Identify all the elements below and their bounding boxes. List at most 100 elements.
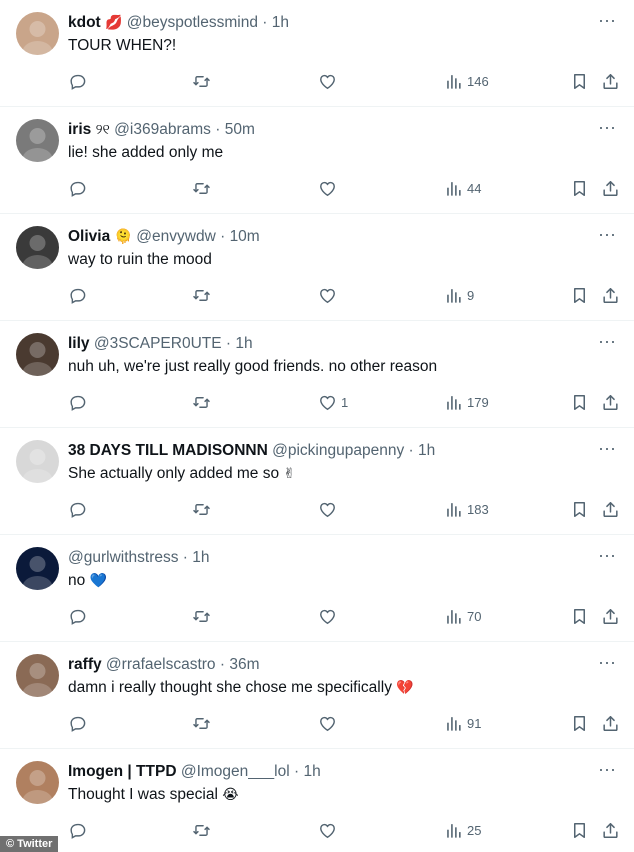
share-button[interactable] bbox=[601, 389, 620, 415]
timestamp[interactable]: 1h bbox=[235, 335, 252, 352]
retweet-button[interactable] bbox=[192, 710, 211, 736]
like-button[interactable] bbox=[318, 710, 337, 736]
tweet[interactable]: 38 DAYS TILL MADISONNN @pickingupapenny … bbox=[0, 428, 634, 535]
author-name[interactable]: Olivia bbox=[68, 228, 110, 245]
avatar[interactable] bbox=[16, 440, 59, 483]
share-button[interactable] bbox=[601, 817, 620, 843]
retweet-button[interactable] bbox=[192, 175, 211, 201]
author-name[interactable]: lily bbox=[68, 335, 90, 352]
share-button[interactable] bbox=[601, 68, 620, 94]
reply-button[interactable] bbox=[68, 68, 87, 94]
share-icon bbox=[601, 179, 620, 198]
like-button[interactable] bbox=[318, 817, 337, 843]
timestamp[interactable]: 1h bbox=[418, 442, 435, 459]
reply-icon bbox=[68, 821, 87, 840]
author-handle[interactable]: @3SCAPER0UTE bbox=[94, 335, 222, 352]
share-button[interactable] bbox=[601, 496, 620, 522]
bookmark-button[interactable] bbox=[570, 817, 589, 843]
author-name[interactable]: iris bbox=[68, 121, 91, 138]
tweet[interactable]: iris ୨୧ @i369abrams · 50m ··· lie! she add… bbox=[0, 107, 634, 214]
avatar[interactable] bbox=[16, 333, 59, 376]
reply-button[interactable] bbox=[68, 603, 87, 629]
likes-count: 1 bbox=[341, 394, 349, 410]
share-button[interactable] bbox=[601, 710, 620, 736]
author-name[interactable]: raffy bbox=[68, 656, 102, 673]
reply-button[interactable] bbox=[68, 175, 87, 201]
tweet[interactable]: lily @3SCAPER0UTE · 1h ··· nuh uh, we're j… bbox=[0, 321, 634, 428]
views-button[interactable]: 44 bbox=[444, 175, 481, 201]
author-handle[interactable]: @i369abrams bbox=[114, 121, 211, 138]
views-button[interactable]: 183 bbox=[444, 496, 489, 522]
more-icon[interactable]: ··· bbox=[596, 546, 618, 569]
bookmark-button[interactable] bbox=[570, 282, 589, 308]
views-button[interactable]: 146 bbox=[444, 68, 489, 94]
author-name[interactable]: kdot bbox=[68, 14, 101, 31]
reply-button[interactable] bbox=[68, 817, 87, 843]
retweet-button[interactable] bbox=[192, 389, 211, 415]
retweet-button[interactable] bbox=[192, 603, 211, 629]
like-button[interactable]: 1 bbox=[318, 389, 348, 415]
reply-button[interactable] bbox=[68, 496, 87, 522]
share-button[interactable] bbox=[601, 603, 620, 629]
reply-button[interactable] bbox=[68, 710, 87, 736]
bookmark-button[interactable] bbox=[570, 496, 589, 522]
like-button[interactable] bbox=[318, 175, 337, 201]
more-icon[interactable]: ··· bbox=[596, 653, 618, 676]
bookmark-button[interactable] bbox=[570, 710, 589, 736]
views-button[interactable]: 179 bbox=[444, 389, 489, 415]
more-icon[interactable]: ··· bbox=[596, 760, 618, 783]
timestamp[interactable]: 50m bbox=[225, 121, 255, 138]
author-handle[interactable]: @pickingupapenny bbox=[272, 442, 404, 459]
like-button[interactable] bbox=[318, 68, 337, 94]
bookmark-button[interactable] bbox=[570, 175, 589, 201]
like-button[interactable] bbox=[318, 282, 337, 308]
views-button[interactable]: 25 bbox=[444, 817, 481, 843]
timestamp[interactable]: 10m bbox=[230, 228, 260, 245]
share-button[interactable] bbox=[601, 282, 620, 308]
more-icon[interactable]: ··· bbox=[596, 332, 618, 355]
timestamp[interactable]: 1h bbox=[192, 549, 209, 566]
avatar[interactable] bbox=[16, 761, 59, 804]
more-icon[interactable]: ··· bbox=[596, 225, 618, 248]
more-icon[interactable]: ··· bbox=[596, 439, 618, 462]
tweet[interactable]: Olivia 🫠 @envywdw · 10m ··· way to ruin th… bbox=[0, 214, 634, 321]
share-button[interactable] bbox=[601, 175, 620, 201]
bookmark-button[interactable] bbox=[570, 603, 589, 629]
views-button[interactable]: 91 bbox=[444, 710, 481, 736]
avatar[interactable] bbox=[16, 654, 59, 697]
retweet-button[interactable] bbox=[192, 68, 211, 94]
reply-button[interactable] bbox=[68, 282, 87, 308]
retweet-button[interactable] bbox=[192, 282, 211, 308]
timestamp[interactable]: 1h bbox=[272, 14, 289, 31]
avatar[interactable] bbox=[16, 12, 59, 55]
tweet[interactable]: raffy @rrafaelscastro · 36m ··· damn i rea… bbox=[0, 642, 634, 749]
like-button[interactable] bbox=[318, 603, 337, 629]
more-icon[interactable]: ··· bbox=[596, 118, 618, 141]
tweet[interactable]: @gurlwithstress · 1h ··· no 💙 70 bbox=[0, 535, 634, 642]
author-handle[interactable]: @gurlwithstress bbox=[68, 549, 178, 566]
retweet-icon bbox=[192, 179, 211, 198]
author-name[interactable]: 38 DAYS TILL MADISONNN bbox=[68, 442, 268, 459]
author-handle[interactable]: @envywdw bbox=[136, 228, 215, 245]
timestamp[interactable]: 1h bbox=[303, 763, 320, 780]
avatar[interactable] bbox=[16, 119, 59, 162]
retweet-button[interactable] bbox=[192, 817, 211, 843]
views-button[interactable]: 70 bbox=[444, 603, 481, 629]
heart-icon bbox=[318, 500, 337, 519]
retweet-button[interactable] bbox=[192, 496, 211, 522]
author-handle[interactable]: @rrafaelscastro bbox=[106, 656, 216, 673]
like-button[interactable] bbox=[318, 496, 337, 522]
author-name[interactable]: Imogen | TTPD bbox=[68, 763, 177, 780]
views-button[interactable]: 9 bbox=[444, 282, 474, 308]
reply-button[interactable] bbox=[68, 389, 87, 415]
more-icon[interactable]: ··· bbox=[596, 11, 618, 34]
author-handle[interactable]: @beyspotlessmind bbox=[127, 14, 258, 31]
avatar[interactable] bbox=[16, 547, 59, 590]
bookmark-button[interactable] bbox=[570, 389, 589, 415]
tweet[interactable]: Imogen | TTPD @Imogen___lol · 1h ··· Thoug… bbox=[0, 749, 634, 852]
bookmark-button[interactable] bbox=[570, 68, 589, 94]
author-handle[interactable]: @Imogen___lol bbox=[181, 763, 290, 780]
timestamp[interactable]: 36m bbox=[229, 656, 259, 673]
tweet[interactable]: kdot 💋 @beyspotlessmind · 1h ··· TOUR WHEN… bbox=[0, 0, 634, 107]
avatar[interactable] bbox=[16, 226, 59, 269]
